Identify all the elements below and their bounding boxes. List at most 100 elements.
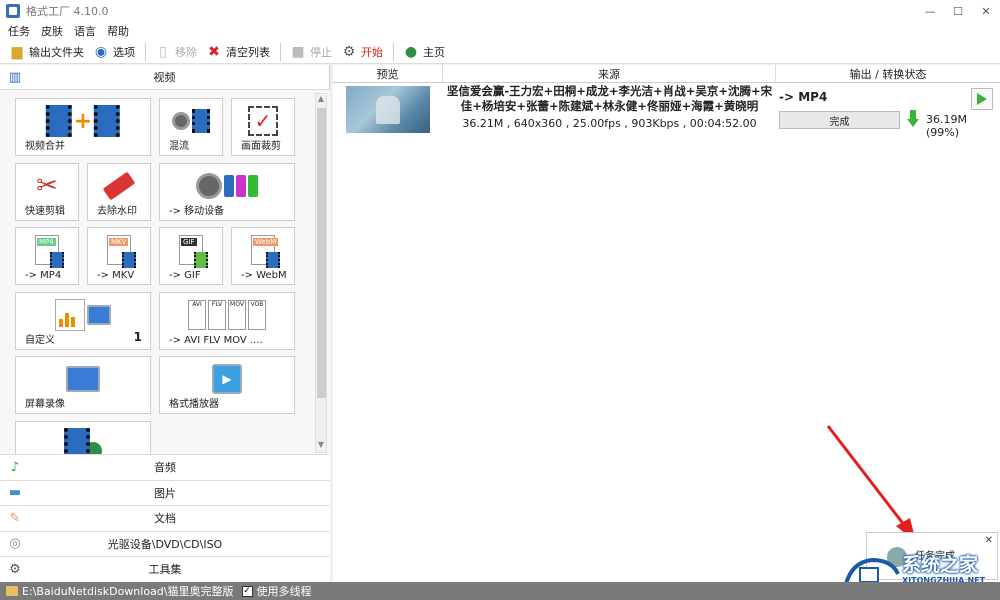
tile-to-gif[interactable]: GIF -> GIF: [159, 227, 223, 285]
mkv-file-icon: MKV: [107, 232, 136, 268]
minimize-button[interactable]: —: [916, 0, 944, 22]
toast-close-icon[interactable]: ✕: [985, 535, 993, 546]
output-folder-label: 输出文件夹: [29, 45, 84, 59]
category-document[interactable]: ✎ 文档: [0, 505, 330, 531]
scissors-icon: ✂: [36, 171, 58, 201]
close-button[interactable]: ✕: [972, 0, 1000, 22]
mp4-file-icon: MP4: [35, 232, 64, 268]
mux-icon: [172, 103, 210, 139]
start-button[interactable]: ⚙ 开始: [340, 41, 383, 63]
tile-to-mkv[interactable]: MKV -> MKV: [87, 227, 151, 285]
stop-button[interactable]: ■ 停止: [289, 41, 332, 63]
custom-count-badge: 1: [133, 330, 142, 344]
menu-language[interactable]: 语言: [74, 23, 96, 39]
tile-to-mp4[interactable]: MP4 -> MP4: [15, 227, 79, 285]
play-icon: [977, 93, 987, 105]
crop-icon: ✓: [248, 103, 278, 139]
tile-mux[interactable]: 混流: [159, 98, 223, 156]
menu-task[interactable]: 任务: [8, 23, 30, 39]
output-folder-button[interactable]: ▆ 输出文件夹: [8, 41, 84, 63]
tile-video-merge[interactable]: + 视频合并: [15, 98, 151, 156]
home-button[interactable]: ● 主页: [402, 41, 445, 63]
menu-help[interactable]: 帮助: [107, 23, 129, 39]
toolbar: ▆ 输出文件夹 ◉ 选项 ▯ 移除 ✖ 清空列表 ■ 停止 ⚙ 开始 ● 主页: [0, 40, 1000, 64]
multithread-checkbox[interactable]: ✓: [241, 585, 253, 597]
tile-label: 混流: [169, 141, 189, 152]
category-list: ♪ 音频 ▬ 图片 ✎ 文档 ◎ 光驱设备\DVD\CD\ISO ⚙ 工具集: [0, 454, 330, 582]
tile-label: -> 移动设备: [169, 206, 225, 217]
category-video[interactable]: ▥ 视频: [0, 65, 329, 90]
clear-list-button[interactable]: ✖ 清空列表: [205, 41, 270, 63]
watermark-text: 系统之家: [902, 554, 979, 576]
film-globe-icon: [64, 426, 102, 454]
category-toolkit[interactable]: ⚙ 工具集: [0, 556, 330, 582]
tile-label: -> GIF: [169, 270, 201, 281]
category-audio[interactable]: ♪ 音频: [0, 454, 330, 480]
category-image[interactable]: ▬ 图片: [0, 479, 330, 505]
category-label: 文档: [154, 512, 176, 526]
source-title: 坚信爱会赢-王力宏+田桐+成龙+李光洁+肖战+吴京+沈腾+宋佳+杨培安+张蕾+陈…: [446, 84, 773, 113]
window-title: 格式工厂 4.10.0: [26, 5, 109, 18]
remove-button[interactable]: ▯ 移除: [154, 41, 197, 63]
scroll-thumb[interactable]: [317, 108, 326, 398]
clear-icon: ✖: [208, 43, 220, 60]
output-path[interactable]: E:\BaiduNetdiskDownload\猫里奥完整版: [22, 583, 234, 599]
task-table-header: 预览 来源 输出 / 转换状态: [333, 65, 1000, 83]
status-badge[interactable]: 完成: [779, 111, 900, 129]
menu-skin[interactable]: 皮肤: [41, 23, 63, 39]
window-controls: — ☐ ✕: [916, 0, 1000, 22]
menu-bar: 任务 皮肤 语言 帮助: [0, 22, 1000, 40]
tile-mobile-device[interactable]: -> 移动设备: [159, 163, 295, 221]
table-row[interactable]: 坚信爱会赢-王力宏+田桐+成龙+李光洁+肖战+吴京+沈腾+宋佳+杨培安+张蕾+陈…: [333, 84, 1000, 139]
category-video-label: 视频: [153, 71, 176, 84]
gear-icon: ◉: [94, 43, 108, 60]
tile-label: 格式播放器: [169, 399, 219, 410]
task-list-panel: 预览 来源 输出 / 转换状态 坚信爱会赢-王力宏+田桐+成龙+李光洁+肖战+吴…: [333, 65, 1000, 582]
globe-icon: ●: [404, 43, 418, 60]
column-output[interactable]: 输出 / 转换状态: [776, 65, 1000, 82]
document-icon: ▯: [159, 43, 167, 60]
tile-to-webm[interactable]: WebM -> WebM: [231, 227, 295, 285]
tile-label: 去除水印: [97, 206, 137, 217]
merge-icon: +: [45, 103, 121, 139]
tile-remove-watermark[interactable]: 去除水印: [87, 163, 151, 221]
tile-screen-record[interactable]: 屏幕录像: [15, 356, 151, 414]
start-icon: ⚙: [342, 43, 356, 60]
toolbar-divider: [145, 42, 146, 61]
start-label: 开始: [361, 45, 383, 59]
home-label: 主页: [423, 45, 445, 59]
tile-label: -> WebM: [241, 270, 287, 281]
video-grid-scrollbar[interactable]: ▲ ▼: [315, 93, 327, 453]
source-meta: 36.21M , 640x360 , 25.00fps , 903Kbps , …: [462, 117, 757, 130]
tile-format-player[interactable]: ▶ 格式播放器: [159, 356, 295, 414]
options-label: 选项: [113, 45, 135, 59]
play-button[interactable]: [971, 88, 993, 110]
video-thumbnail: [346, 86, 430, 133]
tile-to-avi-flv-mov[interactable]: AVI FLV MOV VOB -> AVI FLV MOV ....: [159, 292, 295, 350]
tile-quick-clip[interactable]: ✂ 快速剪辑: [15, 163, 79, 221]
download-arrow-icon: [907, 110, 919, 128]
tile-video-download[interactable]: [15, 421, 151, 454]
multithread-label: 使用多线程: [256, 585, 312, 598]
tile-label: 快速剪辑: [25, 206, 65, 217]
mobile-device-icon: [196, 168, 258, 204]
column-preview[interactable]: 预览: [333, 65, 443, 82]
tile-label: 画面裁剪: [241, 141, 281, 152]
scroll-up-icon[interactable]: ▲: [316, 94, 326, 106]
stop-label: 停止: [310, 45, 332, 59]
column-source[interactable]: 来源: [443, 65, 776, 82]
maximize-button[interactable]: ☐: [944, 0, 972, 22]
clear-list-label: 清空列表: [226, 45, 270, 59]
tile-label: 自定义: [25, 335, 55, 346]
remove-label: 移除: [175, 45, 197, 59]
category-label: 图片: [154, 486, 176, 500]
options-button[interactable]: ◉ 选项: [92, 41, 135, 63]
stop-icon: ■: [291, 43, 305, 60]
tile-custom[interactable]: 自定义 1: [15, 292, 151, 350]
category-optical-disc[interactable]: ◎ 光驱设备\DVD\CD\ISO: [0, 530, 330, 556]
output-size: 36.19M (99%): [926, 113, 967, 139]
multi-format-icon: AVI FLV MOV VOB: [188, 297, 266, 333]
scroll-down-icon[interactable]: ▼: [316, 440, 326, 452]
tile-crop[interactable]: ✓ 画面裁剪: [231, 98, 295, 156]
toolbar-divider: [393, 42, 394, 61]
